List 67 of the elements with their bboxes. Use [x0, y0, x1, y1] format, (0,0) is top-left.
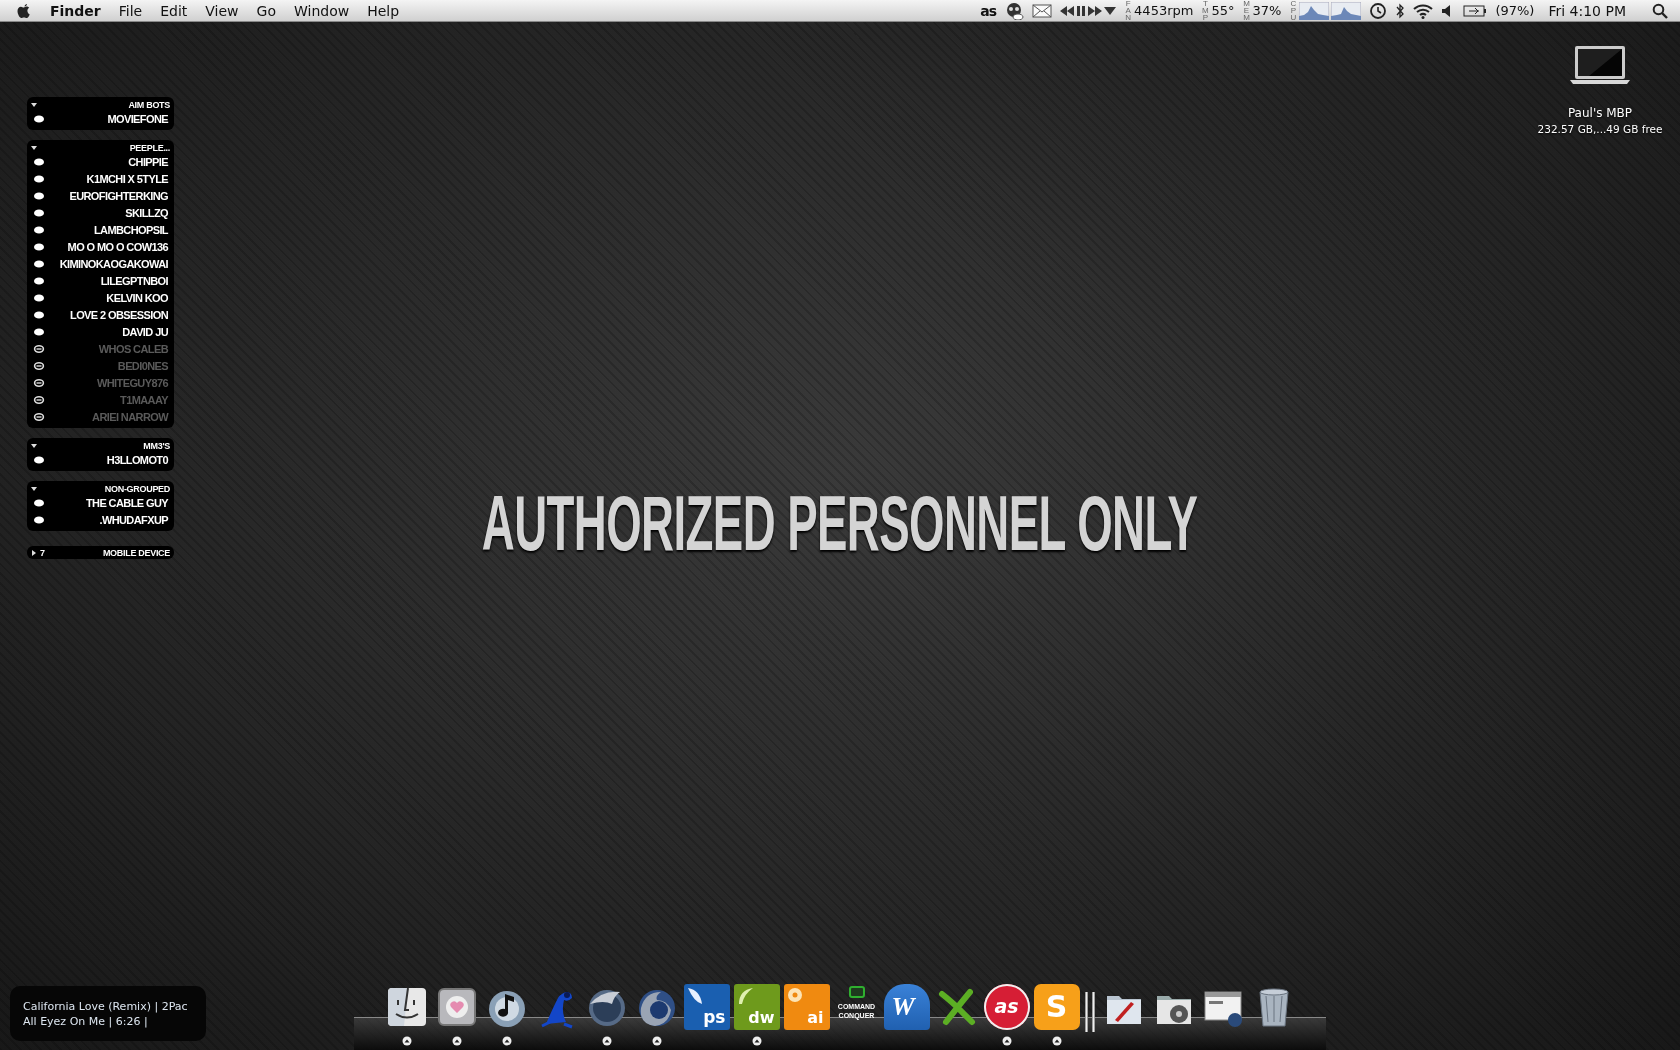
mail-icon[interactable] [1032, 2, 1053, 19]
sensor-reading[interactable]: 37% [1252, 3, 1282, 18]
buddy-list-item[interactable]: CHIPPIE [31, 153, 170, 170]
sensor-label: TMP [1201, 0, 1210, 21]
buddy-list-item[interactable]: MOVIEFONE [31, 110, 170, 127]
drive-capacity: 232.57 GB,...49 GB free [1537, 123, 1663, 135]
flower-icon [786, 987, 803, 1005]
buddy-list-item[interactable]: LILEGPTNBOI [31, 272, 170, 289]
app-tile-button[interactable]: as [983, 984, 1030, 1030]
disclosure-triangle-icon[interactable] [31, 485, 37, 492]
buddy-list-item[interactable]: K1MCHI X 5TYLE [31, 170, 170, 187]
buddy-list-item[interactable]: H3LLOMOT0 [31, 451, 170, 468]
wifi-icon[interactable] [1413, 2, 1434, 19]
alien-buddy-icon[interactable] [1004, 1, 1025, 20]
disclosure-triangle-icon[interactable] [31, 144, 37, 151]
menu-item[interactable]: Edit [151, 2, 197, 19]
menu-item[interactable]: Go [247, 2, 285, 19]
track-title: California Love (Remix) | 2Pac [23, 999, 188, 1013]
disclosure-triangle-icon[interactable] [31, 101, 37, 108]
buddy-list-item[interactable]: KIMINOKAOGAKOWAI [31, 255, 170, 272]
bluetooth-icon[interactable] [1395, 2, 1406, 19]
group-header[interactable]: NON-GROUPED [31, 483, 170, 494]
buddy-list-item[interactable]: DAVID JU [31, 323, 170, 340]
buddy-list-item[interactable]: LAMBCHOPSIL [31, 221, 170, 238]
feather-icon [686, 987, 703, 1005]
cpu-graph-icon[interactable] [1299, 1, 1330, 20]
disclosure-triangle-icon[interactable] [31, 442, 37, 449]
group-header[interactable]: AIM BOTS [31, 99, 170, 110]
menu-item[interactable]: Finder [32, 2, 110, 19]
scrobbler-menu[interactable]: as [980, 2, 997, 19]
group-header[interactable]: MM3'S [31, 440, 170, 451]
cpu-graph-icon[interactable] [1331, 1, 1362, 20]
menu-item[interactable]: Help [358, 2, 409, 19]
laptop-icon[interactable] [1569, 44, 1631, 86]
buddy-list-item[interactable]: MO O MO O COW136 [31, 238, 170, 255]
buddy-list-item[interactable]: KELVIN KOO [31, 289, 170, 306]
buddy-list-item[interactable]: SKILLZQ [31, 204, 170, 221]
sensor-label: FAN [1124, 0, 1132, 21]
battery-icon[interactable] [1463, 4, 1488, 17]
group-header[interactable]: PEEPLE... [31, 142, 170, 153]
app-tile-button[interactable]: ps [683, 984, 730, 1030]
pause-icon[interactable] [1076, 5, 1087, 16]
menu-item[interactable]: Window [284, 2, 359, 19]
sensor-reading[interactable]: 55° [1211, 3, 1235, 18]
track-details: All Eyez On Me | 6:26 | [23, 1014, 148, 1028]
menu-item[interactable]: File [109, 2, 152, 19]
app-tile-button[interactable]: W [883, 984, 930, 1030]
buddy-list-item[interactable]: EUROFIGHTERKING [31, 187, 170, 204]
menu-item[interactable]: View [196, 2, 248, 19]
rewind-icon[interactable] [1060, 5, 1075, 16]
sensor-reading[interactable]: 4453rpm [1134, 3, 1194, 18]
search-icon[interactable] [1652, 2, 1668, 19]
disclosure-triangle-icon[interactable] [31, 549, 37, 556]
buddy-list-item[interactable]: LOVE 2 OBSESSION [31, 306, 170, 323]
sensor-label: CPU [1289, 0, 1298, 21]
group-header[interactable]: 7 MOBILE DEVICE [31, 547, 170, 558]
buddy-list-item[interactable]: .WHUDAFXUP [31, 511, 170, 528]
battery-percentage[interactable]: (97%) [1495, 3, 1535, 18]
menu-clock[interactable]: Fri 4:10 PM [1548, 2, 1626, 19]
buddy-list-item[interactable]: THE CABLE GUY [31, 494, 170, 511]
fast-forward-icon[interactable] [1088, 5, 1103, 16]
wallpaper-headline: AUTHORIZED PERSONNEL ONLY [482, 484, 1198, 562]
apple-icon[interactable] [16, 1, 32, 20]
leaf-icon [737, 987, 754, 1005]
caret-icon[interactable] [1104, 6, 1117, 15]
sensor-label: MEM [1242, 0, 1251, 21]
drive-name[interactable]: Paul's MBP [1567, 106, 1633, 120]
